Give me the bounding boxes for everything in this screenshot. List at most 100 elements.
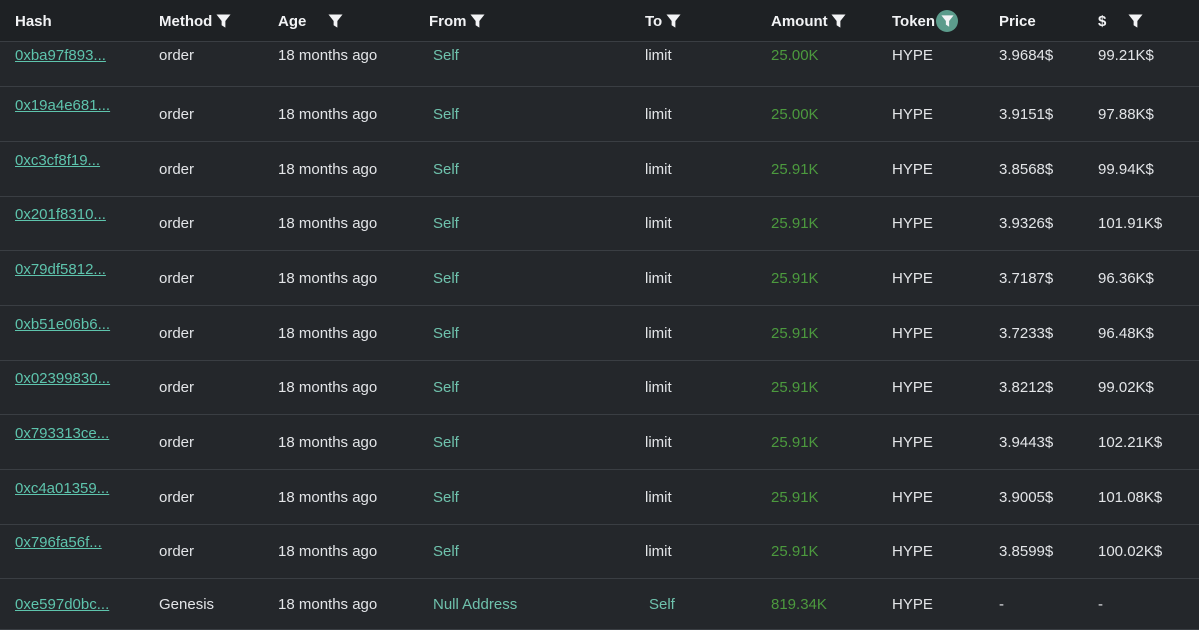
tx-token-cell: HYPE [892, 306, 933, 360]
tx-method: order [159, 379, 195, 396]
tx-usd-value-cell: 97.88K$ [1098, 87, 1154, 141]
tx-age: 18 months ago [278, 269, 378, 287]
tx-from[interactable]: Self [433, 47, 459, 64]
tx-method: order [159, 269, 195, 287]
tx-amount: 25.91K [771, 488, 819, 506]
tx-from[interactable]: Null Address [433, 596, 517, 613]
tx-age: 18 months ago [278, 105, 378, 123]
tx-from[interactable]: Self [433, 215, 459, 232]
tx-from-cell: Self [433, 251, 459, 305]
tx-from[interactable]: Self [433, 161, 459, 178]
tx-age-cell: 18 months ago [278, 33, 377, 77]
tx-method: order [159, 105, 195, 123]
tx-hash-link-cell: 0xba97f893... [15, 33, 106, 77]
tx-usd-value: - [1098, 595, 1103, 613]
tx-token: HYPE [892, 215, 933, 232]
tx-hash-link[interactable]: 0x793313ce... [15, 425, 109, 442]
tx-to: limit [645, 160, 672, 178]
tx-price-cell: 3.8212$ [999, 361, 1053, 414]
tx-price-cell: 3.7187$ [999, 251, 1053, 305]
tx-hash-link-cell: 0x793313ce... [15, 406, 109, 460]
age-filter-icon[interactable] [327, 12, 343, 30]
tx-usd-value: 102.21K$ [1098, 433, 1163, 451]
tx-hash-link[interactable]: 0x796fa56f... [15, 534, 102, 551]
column-method-label: Method [159, 12, 213, 30]
tx-age-cell: 18 months ago [278, 579, 377, 629]
tx-token-cell: HYPE [892, 33, 933, 77]
tx-age: 18 months ago [278, 488, 378, 506]
table-row: 0xc3cf8f19... order 18 months ago Self limit… [0, 142, 1199, 197]
tx-method-cell: order [159, 87, 194, 141]
amount-filter-icon[interactable] [831, 12, 847, 30]
tx-to: Self [649, 595, 675, 613]
tx-hash-link-cell: 0x79df5812... [15, 242, 106, 296]
tx-usd-value: 96.36K$ [1098, 269, 1154, 287]
tx-token: HYPE [892, 46, 933, 64]
tx-price: 3.8568$ [999, 160, 1054, 178]
tx-price-cell: 3.8599$ [999, 525, 1053, 578]
tx-price: - [999, 595, 1004, 613]
tx-from[interactable]: Self [433, 434, 459, 451]
tx-to: limit [645, 46, 672, 64]
tx-hash-link[interactable]: 0xba97f893... [15, 47, 106, 64]
tx-hash-link[interactable]: 0x201f8310... [15, 206, 106, 223]
tx-hash-link-cell: 0xb51e06b6... [15, 297, 110, 351]
column-price-label: Price [999, 12, 1036, 30]
tx-age-cell: 18 months ago [278, 87, 377, 141]
tx-token: HYPE [892, 488, 933, 506]
tx-from-cell: Null Address [433, 579, 517, 629]
tx-usd-value: 99.02K$ [1098, 379, 1154, 396]
to-filter-icon[interactable] [665, 12, 681, 30]
tx-token: HYPE [892, 595, 933, 613]
tx-price-cell: 3.9151$ [999, 87, 1053, 141]
tx-from[interactable]: Self [433, 270, 459, 287]
tx-token-cell: HYPE [892, 415, 933, 469]
tx-from[interactable]: Self [433, 379, 459, 396]
tx-method: order [159, 215, 195, 232]
tx-price: 3.7187$ [999, 269, 1054, 287]
tx-usd-value: 96.48K$ [1098, 324, 1154, 342]
tx-usd-value: 99.94K$ [1098, 160, 1154, 178]
tx-token-cell: HYPE [892, 579, 933, 629]
tx-from[interactable]: Self [433, 543, 459, 560]
table-row: 0x201f8310... order 18 months ago Self limit… [0, 197, 1199, 251]
tx-amount: 25.00K [771, 46, 819, 64]
tx-to: limit [645, 215, 672, 232]
method-filter-icon[interactable] [215, 12, 231, 30]
tx-price-cell: 3.9005$ [999, 470, 1053, 524]
tx-price: 3.9326$ [999, 215, 1054, 232]
tx-hash-link[interactable]: 0xe597d0bc... [15, 596, 109, 613]
tx-from-cell: Self [433, 525, 459, 578]
tx-usd-value: 101.91K$ [1098, 215, 1163, 232]
table-row: 0x79df5812... order 18 months ago Self limit… [0, 251, 1199, 306]
tx-amount: 25.91K [771, 215, 819, 232]
tx-hash-link[interactable]: 0x79df5812... [15, 261, 106, 278]
tx-from[interactable]: Self [433, 489, 459, 506]
tx-token-cell: HYPE [892, 251, 933, 305]
tx-hash-link-cell: 0x02399830... [15, 352, 110, 405]
tx-amount-cell: 25.91K [771, 470, 819, 524]
tx-from[interactable]: Self [433, 106, 459, 123]
tx-hash-link[interactable]: 0x19a4e681... [15, 97, 110, 114]
tx-amount-cell: 25.91K [771, 306, 819, 360]
tx-to-cell: limit [645, 142, 672, 196]
tx-token-cell: HYPE [892, 87, 933, 141]
tx-to-cell: limit [645, 33, 672, 77]
tx-token-cell: HYPE [892, 197, 933, 250]
tx-hash-link[interactable]: 0x02399830... [15, 370, 110, 387]
tx-hash-link[interactable]: 0xb51e06b6... [15, 316, 110, 333]
tx-token: HYPE [892, 160, 933, 178]
tx-amount: 25.91K [771, 543, 819, 560]
tx-method-cell: order [159, 415, 194, 469]
tx-to: limit [645, 269, 672, 287]
tx-hash-link[interactable]: 0xc3cf8f19... [15, 152, 100, 169]
tx-from-cell: Self [433, 306, 459, 360]
tx-amount: 819.34K [771, 595, 827, 613]
token-filter-active-icon[interactable] [936, 10, 959, 32]
tx-from-cell: Self [433, 470, 459, 524]
tx-token-cell: HYPE [892, 142, 933, 196]
usd-filter-icon[interactable] [1127, 12, 1143, 30]
tx-from[interactable]: Self [433, 325, 459, 342]
tx-hash-link[interactable]: 0xc4a01359... [15, 480, 109, 497]
from-filter-icon[interactable] [470, 12, 486, 30]
